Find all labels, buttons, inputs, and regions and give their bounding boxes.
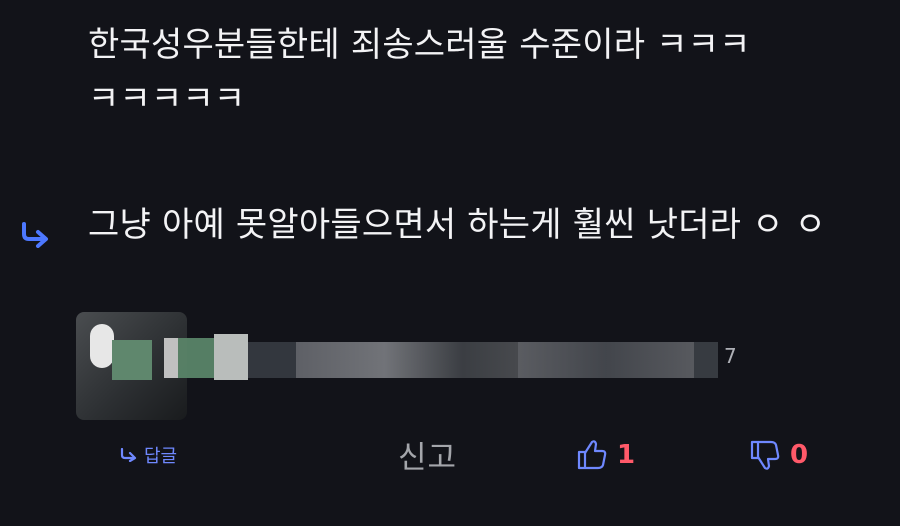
- blurred-metadata-segment-5: [296, 342, 518, 378]
- blurred-metadata-segment-3: [214, 334, 248, 380]
- blurred-metadata-segment-7: [694, 342, 718, 378]
- report-button[interactable]: 신고: [398, 432, 457, 477]
- comment-text-reply: 그냥 아예 못알아들으면서 하는게 훨씬 낫더라 ㅇ ㅇ: [88, 205, 827, 245]
- like-button[interactable]: 1: [575, 438, 635, 472]
- comment-meta-row: 7: [76, 312, 766, 420]
- dislike-count: 0: [790, 440, 809, 470]
- reply-arrow-icon: [22, 222, 48, 248]
- thumbs-down-icon: [750, 440, 780, 470]
- comment-text-primary: 한국성우분들한테 죄송스러울 수준이라 ㅋㅋㅋ ㅋㅋㅋㅋㅋ: [88, 25, 751, 120]
- blurred-metadata-segment-1: [164, 338, 178, 378]
- comment-actions: 답글 신고 1 0: [0, 430, 900, 488]
- like-count: 1: [617, 440, 636, 470]
- reply-arrow-icon: [120, 448, 137, 462]
- reply-button[interactable]: 답글: [120, 442, 177, 468]
- meta-count: 7: [724, 344, 737, 368]
- dislike-button[interactable]: 0: [748, 438, 808, 472]
- blurred-metadata-segment-4: [248, 342, 296, 378]
- thumbs-up-icon: [577, 440, 607, 470]
- blurred-metadata-segment-2: [178, 338, 214, 378]
- blurred-metadata-segment-6: [518, 342, 694, 378]
- reply-label: 답글: [144, 446, 178, 467]
